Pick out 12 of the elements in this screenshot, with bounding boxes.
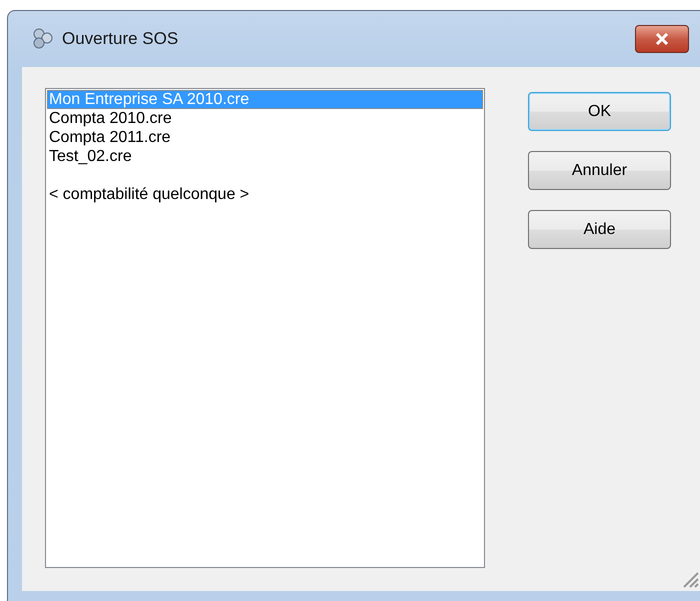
dialog-button[interactable]: OK bbox=[528, 92, 671, 131]
dialog-button[interactable]: Annuler bbox=[528, 151, 671, 190]
app-icon bbox=[32, 28, 54, 50]
close-button[interactable] bbox=[635, 25, 689, 53]
list-item[interactable]: Test_02.cre bbox=[47, 147, 483, 166]
dialog-button[interactable]: Aide bbox=[528, 210, 671, 249]
window-title: Ouverture SOS bbox=[62, 29, 180, 49]
list-item[interactable]: Compta 2011.cre bbox=[47, 128, 483, 147]
list-item[interactable]: Compta 2010.cre bbox=[47, 109, 483, 128]
close-icon bbox=[654, 33, 670, 45]
list-item[interactable]: < comptabilité quelconque > bbox=[47, 185, 483, 204]
file-list[interactable]: Mon Entreprise SA 2010.cre Compta 2010.cre Compta 2011.cre Test_02.cre < comptabilité quelconque > bbox=[45, 88, 485, 568]
